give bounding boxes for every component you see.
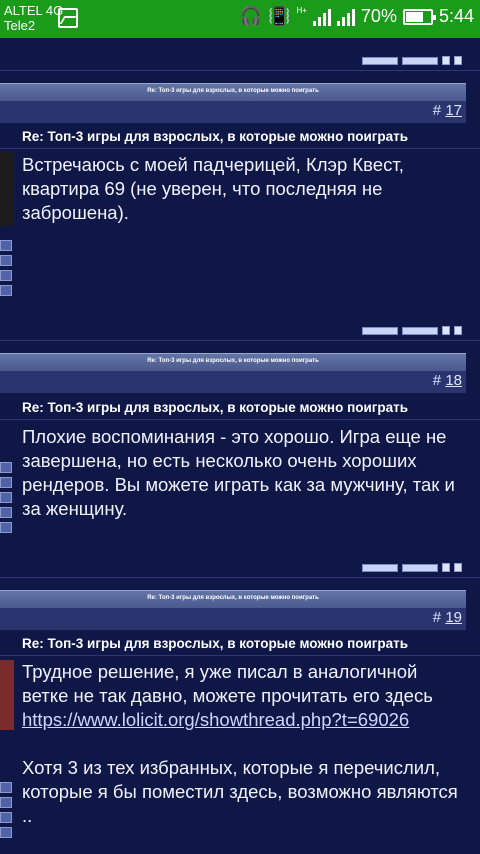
divider (0, 577, 480, 578)
user-info-rail (0, 782, 14, 842)
thread-title: Re: Топ-3 игры для взрослых, в которые м… (147, 595, 319, 601)
post-number-link[interactable]: 17 (445, 102, 462, 119)
divider (0, 340, 480, 341)
image-icon (58, 8, 78, 28)
rail-item[interactable] (0, 285, 12, 296)
battery-percent: 70% (360, 6, 397, 26)
rail-item[interactable] (0, 492, 12, 503)
carrier-info: ALTEL 4G Tele2 (4, 3, 63, 33)
avatar[interactable] (0, 660, 14, 730)
network-type: H+ (296, 6, 307, 15)
post-number-bar-18: # 18 (0, 371, 466, 393)
post-number-link[interactable]: 19 (445, 609, 462, 626)
rail-item[interactable] (0, 462, 12, 473)
rail-item[interactable] (0, 240, 12, 251)
carrier-1: ALTEL 4G (4, 3, 64, 18)
bookmark-icon[interactable] (454, 563, 462, 572)
post-text: Трудное решение, я уже писал в аналогичн… (22, 661, 433, 706)
rail-item[interactable] (0, 797, 12, 808)
status-bar: ALTEL 4G Tele2 🎧 📳 H+ 70% 5:44 (0, 0, 480, 38)
thread-link[interactable]: https://www.lolicit.org/showthread.php?t… (22, 709, 409, 730)
print-icon[interactable] (442, 563, 450, 572)
post-body-19: Трудное решение, я уже писал в аналогичн… (22, 660, 468, 828)
post-number: # 17 (433, 102, 462, 119)
bookmark-icon[interactable] (454, 326, 462, 335)
carrier-2: Tele2 (4, 18, 36, 33)
signal-icon-2 (336, 8, 355, 26)
divider (0, 148, 480, 149)
post-number-bar-19: # 19 (0, 608, 466, 630)
post-subject-17: Re: Топ-3 игры для взрослых, в которые м… (22, 129, 409, 144)
user-info-rail (0, 462, 14, 537)
post-body-18: Плохие воспоминания - это хорошо. Игра е… (22, 426, 455, 519)
hash-label: # (432, 372, 442, 389)
quote-button[interactable] (402, 56, 438, 65)
quote-button[interactable] (402, 326, 438, 335)
rail-item[interactable] (0, 827, 12, 838)
thread-title: Re: Топ-3 игры для взрослых, в которые м… (147, 358, 319, 364)
print-icon[interactable] (442, 326, 450, 335)
user-info-rail (0, 240, 14, 300)
post-number-bar-17: # 17 (0, 101, 466, 123)
post-actions-17 (362, 326, 462, 335)
post-subject-18: Re: Топ-3 игры для взрослых, в которые м… (22, 400, 409, 415)
rail-item[interactable] (0, 812, 12, 823)
divider (0, 655, 480, 656)
hash-label: # (432, 102, 442, 119)
rail-item[interactable] (0, 782, 12, 793)
post-number: # 19 (433, 609, 462, 626)
vibrate-icon: 📳 (268, 6, 291, 26)
hash-label: # (432, 609, 442, 626)
reply-button[interactable] (362, 563, 398, 572)
print-icon[interactable] (442, 56, 450, 65)
signal-icon (312, 8, 331, 26)
battery-icon (402, 8, 436, 25)
post-subject-19: Re: Топ-3 игры для взрослых, в которые м… (22, 636, 409, 651)
post-body-17: Встречаюсь с моей падчерицей, Клэр Квест… (22, 154, 404, 223)
post-actions-16 (362, 56, 462, 65)
post-text: Хотя 3 из тех избранных, которые я переч… (22, 757, 458, 826)
post-number-link[interactable]: 18 (445, 372, 462, 389)
reply-button[interactable] (362, 56, 398, 65)
rail-item[interactable] (0, 507, 12, 518)
post-number: # 18 (433, 372, 462, 389)
headphones-icon: 🎧 (239, 6, 263, 26)
quote-button[interactable] (402, 563, 438, 572)
status-icons: 🎧 📳 H+ 70% 5:44 (240, 6, 474, 27)
reply-button[interactable] (362, 326, 398, 335)
thread-title: Re: Топ-3 игры для взрослых, в которые м… (147, 88, 319, 94)
avatar[interactable] (0, 152, 14, 226)
divider (0, 70, 480, 71)
bookmark-icon[interactable] (454, 56, 462, 65)
post-actions-18 (362, 563, 462, 572)
rail-item[interactable] (0, 270, 12, 281)
rail-item[interactable] (0, 522, 12, 533)
rail-item[interactable] (0, 477, 12, 488)
clock: 5:44 (438, 6, 474, 26)
rail-item[interactable] (0, 255, 12, 266)
divider (0, 419, 480, 420)
